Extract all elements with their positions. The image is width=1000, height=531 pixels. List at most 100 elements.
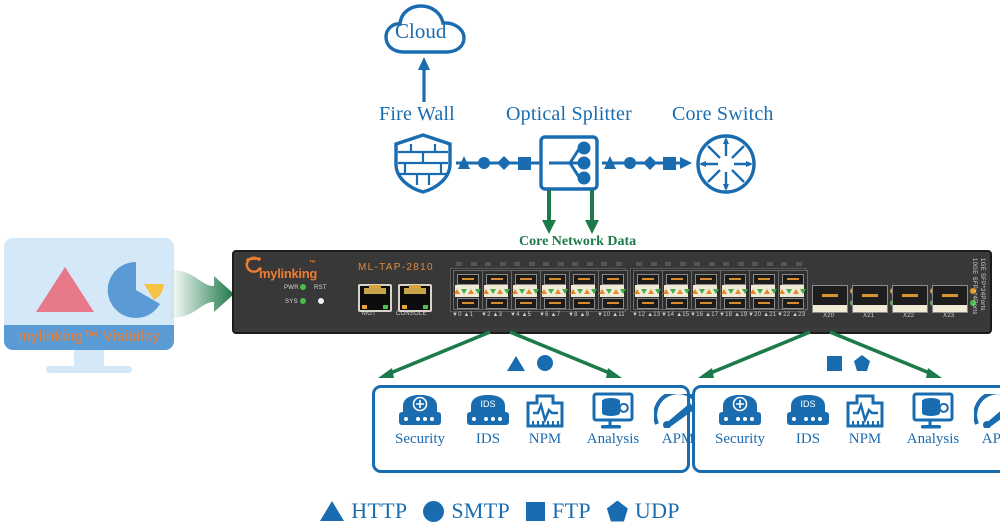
sfp-rx-arrow-icon	[756, 288, 763, 294]
sfp-cage-pair[interactable]	[662, 270, 692, 310]
sfp-slot-upper[interactable]	[637, 274, 659, 285]
rj45-label-mgt: MGT	[362, 311, 376, 317]
tenG-port-x22[interactable]	[892, 285, 928, 313]
led-sys	[300, 298, 306, 304]
sfp-slot-lower[interactable]	[486, 298, 508, 309]
tool-item-security[interactable]: Security	[700, 392, 780, 448]
sfp-cage-pair[interactable]	[633, 270, 663, 310]
sfp-slot-lower[interactable]	[457, 298, 479, 309]
protocol-shape-pentagon-udp	[854, 355, 870, 371]
tenG-port-base	[893, 305, 927, 312]
sfp-slot-bar	[462, 278, 474, 280]
sfp-slot-bar	[642, 302, 654, 304]
sfp-slot-bar	[700, 278, 712, 280]
device-model-label: ML-TAP-2810	[358, 262, 434, 273]
tool-item-analysis[interactable]: Analysis	[576, 392, 650, 448]
sfp-slot-lower[interactable]	[573, 298, 595, 309]
sfp-cage-pair[interactable]	[749, 270, 779, 310]
button-label-rst: RST	[314, 285, 327, 291]
tool-item-ids[interactable]: IDS IDS	[462, 392, 514, 448]
sfp-slot-lower[interactable]	[544, 298, 566, 309]
sfp-tx-arrow-icon	[598, 288, 605, 294]
sfp-slot-upper[interactable]	[573, 274, 595, 285]
tenG-port-bar	[862, 294, 878, 297]
sfp-slot-upper[interactable]	[486, 274, 508, 285]
rj45-port-console[interactable]	[398, 284, 432, 312]
sfp-slot-bar	[671, 278, 683, 280]
tenG-port-label: X20	[823, 313, 835, 319]
tool-item-apm[interactable]: APM	[972, 392, 1000, 448]
sfp-cage-pair[interactable]	[598, 270, 628, 310]
sfp-cage-pair[interactable]	[482, 270, 512, 310]
cage-screw-dot	[636, 262, 642, 266]
sfp-slot-upper[interactable]	[724, 274, 746, 285]
database-analysis-icon	[576, 392, 650, 430]
sfp-rx-arrow-icon	[683, 288, 690, 294]
tool-item-security[interactable]: Security	[380, 392, 460, 448]
sfp-rx-arrow-icon	[770, 288, 777, 294]
cage-screw-dot	[471, 262, 477, 266]
legend-item-ftp: FTP	[526, 498, 591, 524]
sfp-link-indicators	[598, 285, 626, 297]
sfp-slot-bar	[729, 278, 741, 280]
sfp-slot-upper[interactable]	[666, 274, 688, 285]
core-switch-icon	[696, 134, 756, 194]
sfp-cage-pair[interactable]	[540, 270, 570, 310]
sfp-slot-upper[interactable]	[457, 274, 479, 285]
ids-appliance-icon: IDS	[462, 392, 514, 430]
sfp-rx-arrow-icon	[654, 288, 661, 294]
tenG-port-label: X22	[903, 313, 915, 319]
tool-item-ids[interactable]: IDS IDS	[782, 392, 834, 448]
tenG-port-x20[interactable]	[812, 285, 848, 313]
shield-appliance-icon	[700, 392, 780, 430]
sfp-slot-lower[interactable]	[753, 298, 775, 309]
sfp-slot-upper[interactable]	[544, 274, 566, 285]
tenG-port-x23[interactable]	[932, 285, 968, 313]
sfp-slot-lower[interactable]	[782, 298, 804, 309]
sfp-slot-upper[interactable]	[753, 274, 775, 285]
sfp-cage-pair[interactable]	[720, 270, 750, 310]
legend-shape-circle-icon	[423, 500, 445, 522]
sfp-tx-arrow-icon	[720, 288, 727, 294]
optical-splitter-label: Optical Splitter	[506, 103, 632, 125]
sfp-slot-lower[interactable]	[695, 298, 717, 309]
sfp-slot-bar	[758, 278, 770, 280]
sfp-slot-bar	[491, 302, 503, 304]
sfp-slot-upper[interactable]	[602, 274, 624, 285]
core-network-data-label: Core Network Data	[519, 234, 637, 249]
sfp-slot-upper[interactable]	[782, 274, 804, 285]
firewall-shield-icon	[394, 133, 452, 194]
sfp-link-indicators	[662, 285, 690, 297]
sfp-cage-pair[interactable]	[778, 270, 808, 310]
sfp-cage-pair[interactable]	[511, 270, 541, 310]
visibility-caption-text: mylinking™ Visibility	[18, 328, 160, 345]
tool-item-analysis[interactable]: Analysis	[896, 392, 970, 448]
tool-item-npm[interactable]: NPM	[516, 392, 574, 448]
sfp-cage-pair[interactable]	[453, 270, 483, 310]
sfp-slot-lower[interactable]	[637, 298, 659, 309]
legend-label-ftp: FTP	[552, 498, 591, 523]
tenG-port-x21[interactable]	[852, 285, 888, 313]
sfp-slot-lower[interactable]	[724, 298, 746, 309]
led-label-sys: SYS	[285, 299, 298, 305]
tool-item-npm[interactable]: NPM	[836, 392, 894, 448]
link-firewall-to-splitter	[456, 156, 540, 170]
reset-button[interactable]	[318, 298, 324, 304]
rj45-port-mgt[interactable]	[358, 284, 392, 312]
sfp-slot-lower[interactable]	[515, 298, 537, 309]
sfp-cage-pair[interactable]	[691, 270, 721, 310]
sfp-tx-arrow-icon	[778, 288, 785, 294]
sfp-link-indicators	[720, 285, 748, 297]
tenG-port-base	[933, 305, 967, 312]
sfp-slot-upper[interactable]	[695, 274, 717, 285]
cage-screw-dot	[543, 262, 549, 266]
protocol-shape-triangle-http	[507, 355, 525, 371]
arrows-tap-to-right-tools	[698, 330, 942, 378]
protocol-shapes-left-group	[507, 355, 553, 371]
sfp-slot-upper[interactable]	[515, 274, 537, 285]
cloud-label: Cloud	[395, 19, 447, 43]
sfp-cage-pair[interactable]	[569, 270, 599, 310]
led-pwr	[300, 284, 306, 290]
sfp-slot-lower[interactable]	[602, 298, 624, 309]
sfp-slot-lower[interactable]	[666, 298, 688, 309]
